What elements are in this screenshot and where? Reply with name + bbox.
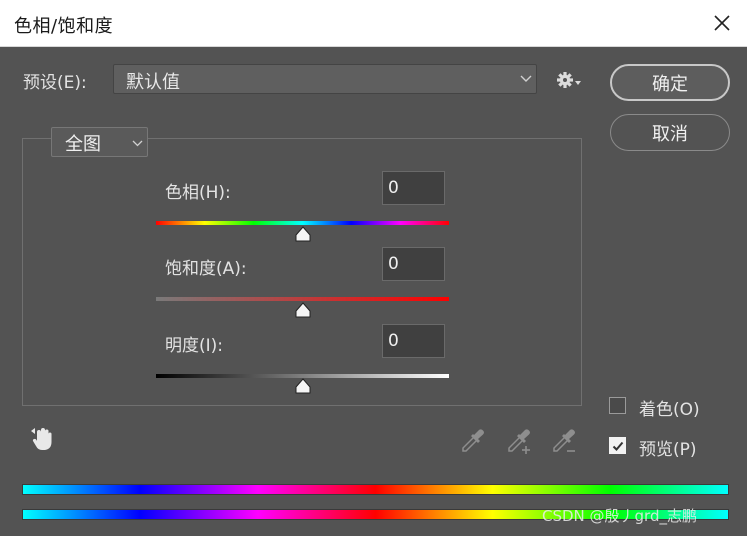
- watermark-text: CSDN @殷丿grd_志鹏: [542, 507, 697, 525]
- preset-label: 预设(E):: [23, 73, 87, 93]
- hue-label: 色相(H):: [165, 183, 231, 203]
- hue-input[interactable]: 0: [382, 171, 445, 205]
- cancel-button[interactable]: 取消: [610, 114, 730, 151]
- chevron-down-icon: [132, 140, 143, 147]
- saturation-slider-track[interactable]: [156, 297, 449, 301]
- range-dropdown[interactable]: 全图: [51, 127, 148, 157]
- lightness-label: 明度(I):: [165, 336, 224, 356]
- preview-label: 预览(P): [639, 440, 697, 460]
- range-value: 全图: [65, 134, 101, 155]
- saturation-slider-thumb[interactable]: [294, 302, 312, 318]
- gear-icon: [557, 72, 581, 88]
- eyedropper-plus-icon[interactable]: [505, 427, 533, 455]
- checkmark-icon: [612, 441, 624, 451]
- colorize-label: 着色(O): [639, 400, 700, 420]
- lightness-slider-thumb[interactable]: [294, 378, 312, 394]
- preset-dropdown[interactable]: 默认值: [113, 64, 537, 94]
- saturation-input[interactable]: 0: [382, 247, 445, 281]
- saturation-label: 饱和度(A):: [165, 259, 247, 279]
- ok-button[interactable]: 确定: [610, 64, 730, 101]
- input-color-bar: [22, 484, 729, 495]
- preset-options-button[interactable]: [553, 67, 585, 93]
- hand-adjust-tool-icon[interactable]: [28, 425, 56, 453]
- hue-slider-thumb[interactable]: [294, 226, 312, 242]
- hue-saturation-dialog: 色相/饱和度 预设(E): 默认值 确定 取消 全图 色相(H): 0 饱和度(…: [0, 0, 747, 536]
- lightness-input[interactable]: 0: [382, 324, 445, 358]
- colorize-checkbox[interactable]: [609, 397, 626, 414]
- title-bar: 色相/饱和度: [0, 0, 747, 47]
- close-icon: [714, 15, 730, 31]
- eyedropper-minus-icon[interactable]: [550, 427, 578, 455]
- preview-checkbox[interactable]: [609, 437, 626, 454]
- close-button[interactable]: [707, 8, 737, 38]
- adjustment-group: [22, 138, 582, 406]
- dialog-title: 色相/饱和度: [14, 16, 114, 37]
- chevron-down-icon: [520, 75, 532, 82]
- hue-slider-track[interactable]: [156, 221, 449, 225]
- eyedropper-icon[interactable]: [459, 427, 487, 455]
- preset-value: 默认值: [126, 72, 180, 93]
